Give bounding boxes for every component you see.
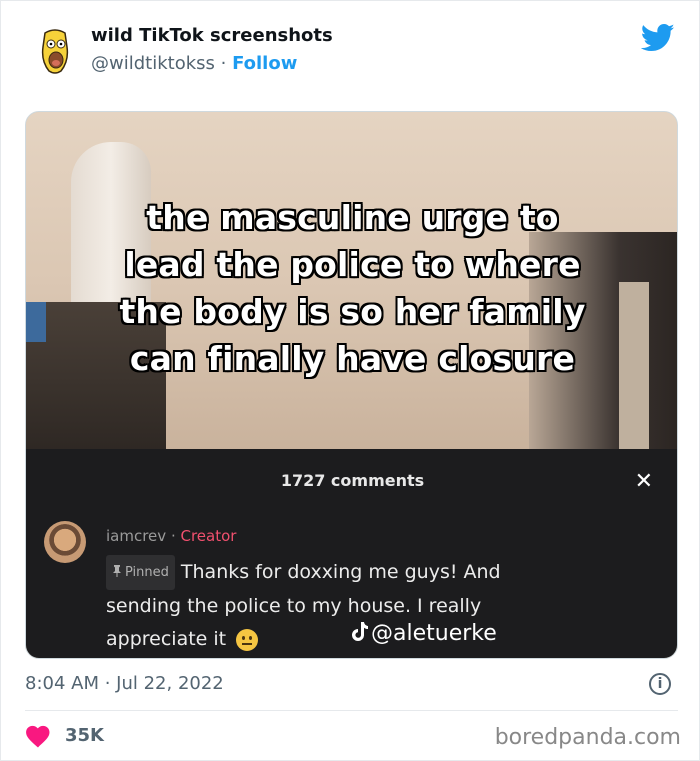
caption-line: the masculine urge to [146,198,559,237]
display-name[interactable]: wild TikTok screenshots [91,25,333,46]
comment-text-line3: appreciate it [106,628,227,650]
pin-icon [113,565,121,577]
separator: · [214,53,233,74]
commenter-line: iamcrev · Creator [106,527,236,545]
twitter-bird-icon[interactable] [641,23,675,53]
divider [25,710,678,711]
like-count[interactable]: 35K [65,724,104,748]
brand-watermark: boredpanda.com [494,725,681,750]
tweet-header: wild TikTok screenshots @wildtiktokss · … [35,23,675,83]
pinned-label: Pinned [125,565,169,580]
emoji-icon [236,628,259,651]
video-frame: the masculine urge to lead the police to… [26,112,677,472]
tweet-media[interactable]: the masculine urge to lead the police to… [25,111,678,659]
separator: · [166,527,181,545]
tweet-timestamp[interactable]: 8:04 AM · Jul 22, 2022 [25,673,224,694]
comment-line: Pinned Thanks for doxxing me guys! And [106,555,606,590]
pinned-badge: Pinned [106,555,175,590]
avatar-icon[interactable] [35,27,75,77]
commenter-username[interactable]: iamcrev [106,527,166,545]
tiktok-icon [352,622,368,641]
tweet-card: wild TikTok screenshots @wildtiktokss · … [0,0,700,761]
comments-panel: 1727 comments ✕ iamcrev · Creator Pinned… [26,449,677,658]
caption-line: the body is so her family [119,292,586,331]
caption-overlay: the masculine urge to lead the police to… [26,194,677,382]
tiktok-watermark: @aletuerke [351,621,497,646]
handle[interactable]: @wildtiktokss [91,53,215,74]
handle-row: @wildtiktokss · Follow [91,53,297,74]
comment-text-line2: sending the police to my house. I really [106,595,482,617]
caption-line: lead the police to where [124,245,581,284]
comments-count: 1727 comments [280,471,425,490]
comment-text-line1: Thanks for doxxing me guys! And [180,561,501,583]
heart-icon[interactable] [25,724,51,748]
caption-line: can finally have closure [129,339,576,378]
follow-button[interactable]: Follow [232,53,297,74]
info-icon[interactable]: i [649,673,671,695]
creator-badge: Creator [180,527,237,545]
watermark-text: @aletuerke [371,621,497,646]
commenter-avatar[interactable] [44,521,86,563]
close-icon[interactable]: ✕ [635,469,653,494]
